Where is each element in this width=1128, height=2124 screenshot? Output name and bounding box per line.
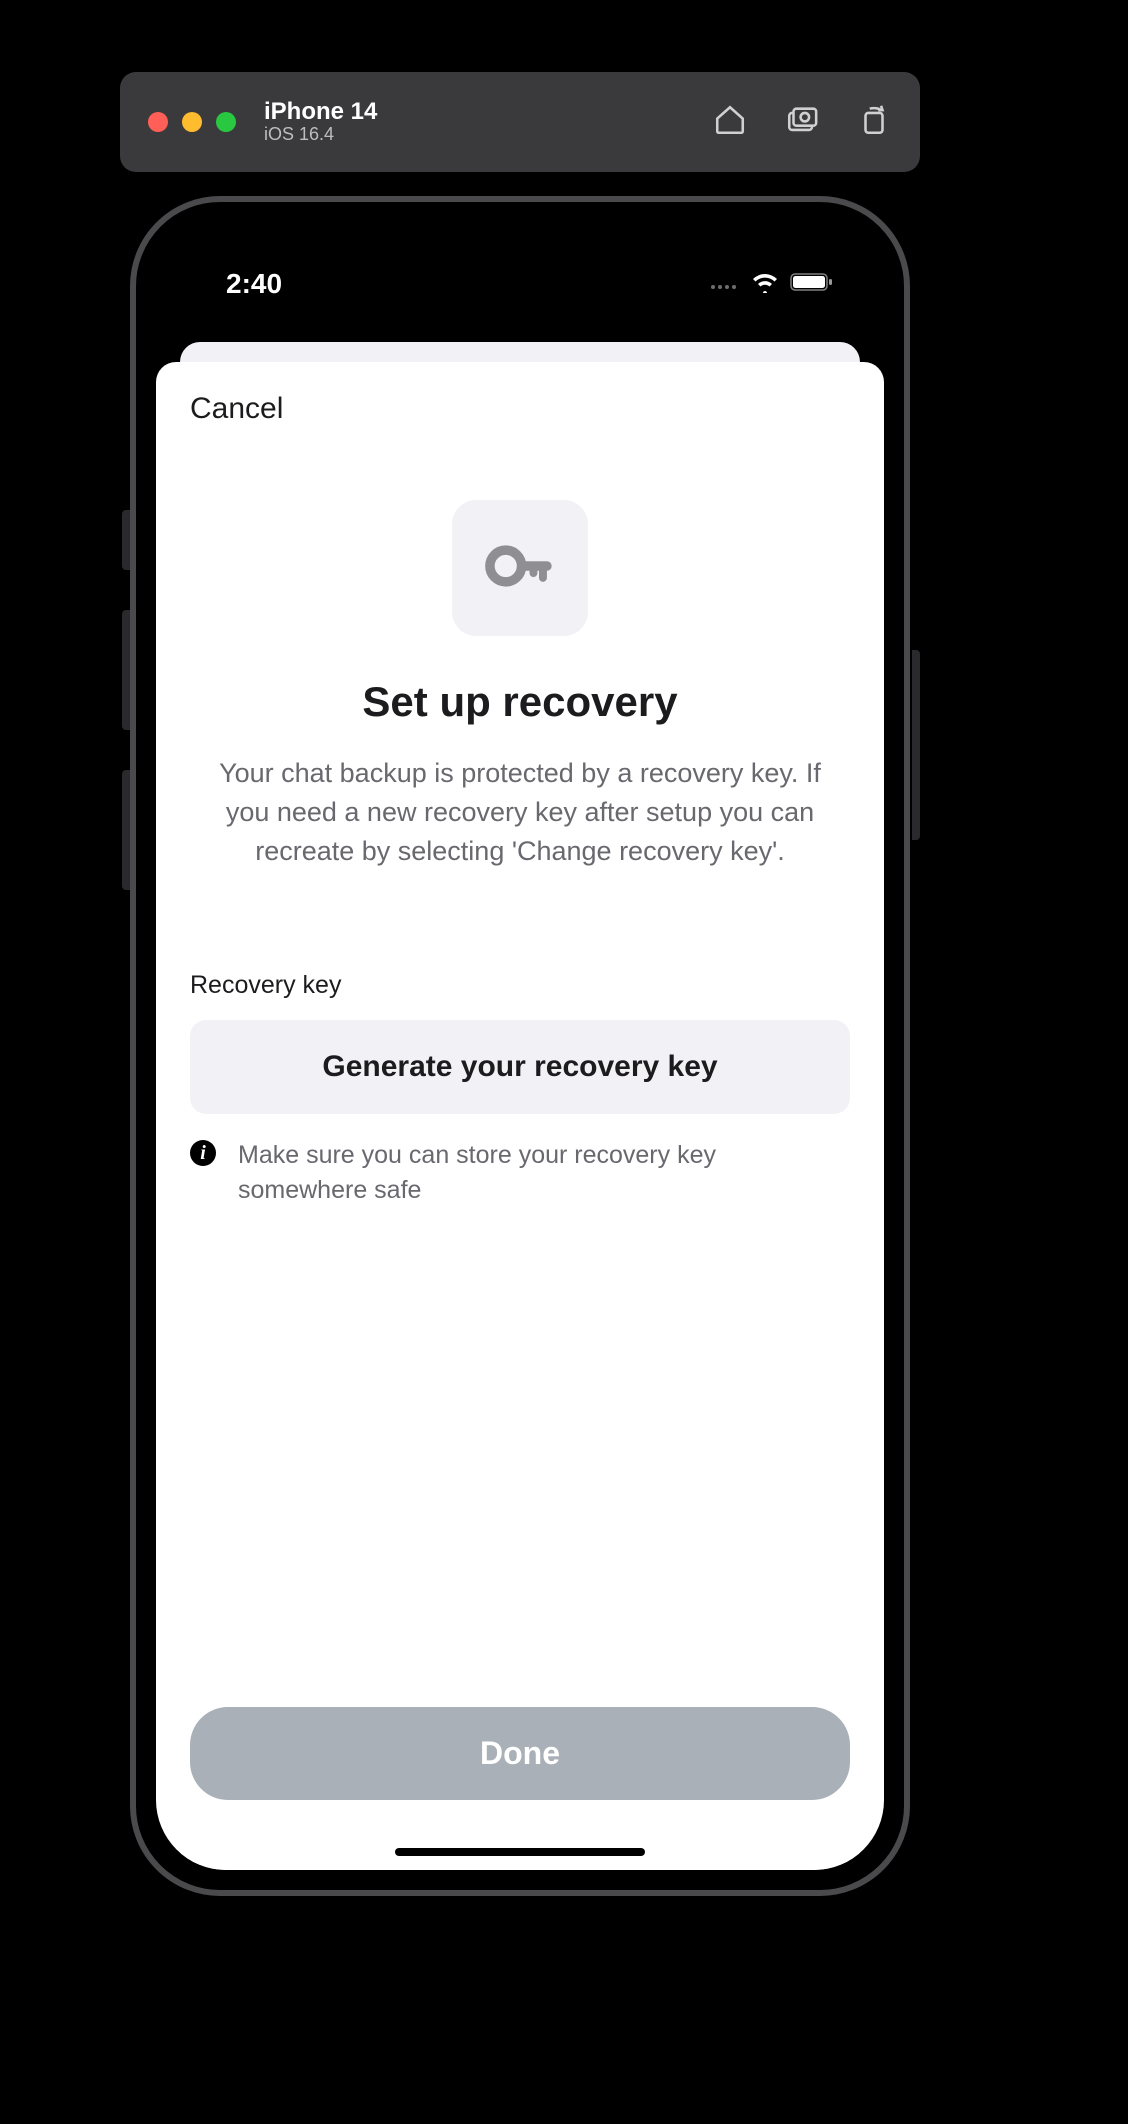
phone-power-button <box>912 650 920 840</box>
recovery-key-section-label: Recovery key <box>190 971 850 1000</box>
modal-sheet: Cancel Set up recovery Your chat backup … <box>156 362 884 1870</box>
window-controls <box>148 112 236 132</box>
device-info: iPhone 14 iOS 16.4 <box>264 99 377 145</box>
cellular-icon <box>710 274 740 295</box>
device-name-label: iPhone 14 <box>264 99 377 125</box>
status-time: 2:40 <box>226 268 282 300</box>
phone-screen: 2:40 Cancel <box>156 222 884 1870</box>
phone-frame: 2:40 Cancel <box>130 196 910 1896</box>
hero-section: Set up recovery Your chat backup is prot… <box>190 500 850 871</box>
os-version-label: iOS 16.4 <box>264 125 377 145</box>
page-title: Set up recovery <box>362 678 677 726</box>
dynamic-island <box>415 246 625 302</box>
phone-mute-switch <box>122 510 130 570</box>
rotate-button[interactable] <box>856 104 892 140</box>
hint-row: i Make sure you can store your recovery … <box>190 1138 850 1208</box>
key-icon <box>482 528 558 609</box>
home-button[interactable] <box>712 104 748 140</box>
screenshot-button[interactable] <box>784 104 820 140</box>
close-window-button[interactable] <box>148 112 168 132</box>
key-icon-tile <box>452 500 588 636</box>
zoom-window-button[interactable] <box>216 112 236 132</box>
generate-recovery-key-button[interactable]: Generate your recovery key <box>190 1020 850 1114</box>
status-indicators <box>710 271 834 298</box>
battery-icon <box>790 271 834 298</box>
simulator-toolbar: iPhone 14 iOS 16.4 <box>120 72 920 172</box>
home-icon <box>713 103 747 142</box>
cancel-button[interactable]: Cancel <box>190 392 283 425</box>
wifi-icon <box>750 271 780 298</box>
phone-volume-down <box>122 770 130 890</box>
page-description: Your chat backup is protected by a recov… <box>190 754 850 871</box>
camera-icon <box>785 103 819 142</box>
phone-volume-up <box>122 610 130 730</box>
rotate-icon <box>857 103 891 142</box>
home-indicator[interactable] <box>395 1848 645 1856</box>
done-button[interactable]: Done <box>190 1707 850 1800</box>
minimize-window-button[interactable] <box>182 112 202 132</box>
info-icon: i <box>190 1140 216 1166</box>
hint-text: Make sure you can store your recovery ke… <box>238 1138 850 1208</box>
